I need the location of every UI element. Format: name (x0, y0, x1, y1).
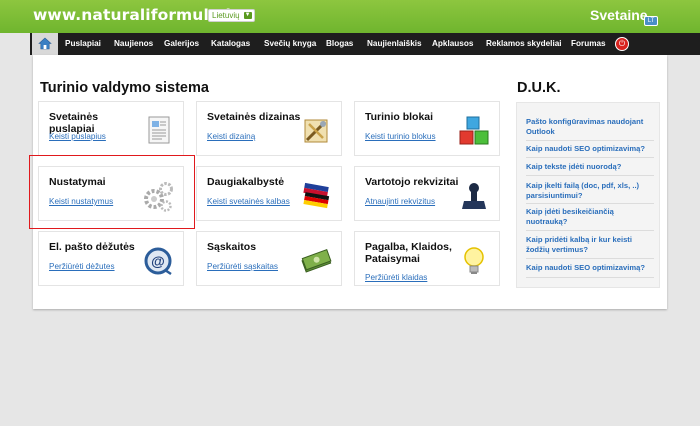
faq-divider (526, 277, 654, 278)
card-title: Pagalba, Klaidos, Pataisymai (365, 241, 452, 265)
brand-logo: Svetaine (590, 7, 648, 23)
edit-blocks-link[interactable]: Keisti turinio blokus (365, 132, 436, 141)
card-invoices: Sąskaitos Peržiūrėti sąskaitas (196, 231, 342, 286)
content-blocks-icon (459, 116, 489, 145)
chevron-down-icon: ▼ (243, 12, 252, 19)
faq-item[interactable]: Kaip tekste įdėti nuorodą? (526, 162, 654, 172)
home-button[interactable] (32, 33, 58, 55)
card-site-pages: Svetainės puslapiai Keisti puslapius (38, 101, 184, 156)
logout-power-icon[interactable]: ⏻ (615, 37, 629, 51)
stamp-icon (462, 183, 486, 209)
faq-item[interactable]: Kaip įdėti besikeičiančią nuotrauką? (526, 207, 654, 227)
view-mailboxes-link[interactable]: Peržiūrėti dėžutes (49, 262, 115, 271)
money-icon (301, 248, 332, 273)
faq-divider (526, 157, 654, 158)
pages-document-icon (148, 116, 170, 144)
top-header: www.naturaliformule.lt Lietuvių ▼ Svetai… (0, 0, 700, 33)
card-site-design: Svetainės dizainas Keisti dizainą (196, 101, 342, 156)
view-invoices-link[interactable]: Peržiūrėti sąskaitas (207, 262, 278, 271)
card-multilanguage: Daugiakalbystė Keisti svetainės kalbas (196, 166, 342, 221)
home-icon (38, 37, 52, 50)
design-tools-icon (304, 119, 328, 143)
edit-languages-link[interactable]: Keisti svetainės kalbas (207, 197, 290, 206)
nav-item-apklausos[interactable]: Apklausos (432, 33, 473, 55)
selection-highlight (29, 155, 195, 229)
card-user-details: Vartotojo rekvizitai Atnaujinti rekvizit… (354, 166, 500, 221)
language-label: Lietuvių (212, 11, 240, 20)
flags-icon (303, 182, 330, 209)
nav-item-reklamos-skydeliai[interactable]: Reklamos skydeliai (486, 33, 562, 55)
svg-text:@: @ (151, 253, 165, 269)
nav-item-blogas[interactable]: Blogas (326, 33, 353, 55)
card-title: Svetainės dizainas (207, 111, 301, 123)
faq-item[interactable]: Pašto konfigūravimas naudojant Outlook (526, 117, 654, 137)
brand-badge-icon: LT (644, 16, 658, 26)
card-title: El. pašto dėžutės (49, 241, 135, 253)
nav-item-naujienlaiskis[interactable]: Naujienlaiškis (367, 33, 422, 55)
email-icon: @ (144, 247, 172, 276)
nav-item-galerijos[interactable]: Galerijos (164, 33, 199, 55)
faq-title: D.U.K. (517, 80, 561, 96)
nav-item-sveciu-knyga[interactable]: Svečių knyga (264, 33, 316, 55)
faq-item[interactable]: Kaip naudoti SEO optimizavimą? (526, 263, 654, 273)
edit-pages-link[interactable]: Keisti puslapius (49, 132, 106, 141)
update-details-link[interactable]: Atnaujinti rekvizitus (365, 197, 435, 206)
card-email-boxes: El. pašto dėžutės Peržiūrėti dėžutes @ (38, 231, 184, 286)
lightbulb-icon (464, 247, 484, 274)
faq-divider (526, 140, 654, 141)
faq-item[interactable]: Kaip naudoti SEO optimizavimą? (526, 144, 654, 154)
card-title: Turinio blokai (365, 111, 434, 123)
card-title: Daugiakalbystė (207, 176, 285, 188)
faq-divider (526, 203, 654, 204)
edit-design-link[interactable]: Keisti dizainą (207, 132, 255, 141)
nav-item-puslapiai[interactable]: Puslapiai (65, 33, 101, 55)
nav-item-katalogas[interactable]: Katalogas (211, 33, 250, 55)
nav-item-forumas[interactable]: Forumas (571, 33, 606, 55)
faq-divider (526, 230, 654, 231)
language-select[interactable]: Lietuvių ▼ (208, 9, 255, 22)
faq-item[interactable]: Kaip įkelti failą (doc, pdf, xls, ..) pa… (526, 181, 654, 201)
faq-item[interactable]: Kaip pridėti kalbą ir kur keisti žodžių … (526, 235, 654, 255)
faq-divider (526, 258, 654, 259)
card-title: Vartotojo rekvizitai (365, 176, 459, 188)
main-nav: Puslapiai Naujienos Galerijos Katalogas … (30, 33, 700, 55)
card-title: Sąskaitos (207, 241, 257, 253)
faq-panel: Pašto konfigūravimas naudojant Outlook K… (516, 102, 660, 288)
view-errors-link[interactable]: Peržiūrėti klaidas (365, 273, 427, 282)
card-content-blocks: Turinio blokai Keisti turinio blokus (354, 101, 500, 156)
faq-divider (526, 175, 654, 176)
nav-item-naujienos[interactable]: Naujienos (114, 33, 153, 55)
card-help: Pagalba, Klaidos, Pataisymai Peržiūrėti … (354, 231, 500, 286)
page-title: Turinio valdymo sistema (40, 80, 209, 96)
